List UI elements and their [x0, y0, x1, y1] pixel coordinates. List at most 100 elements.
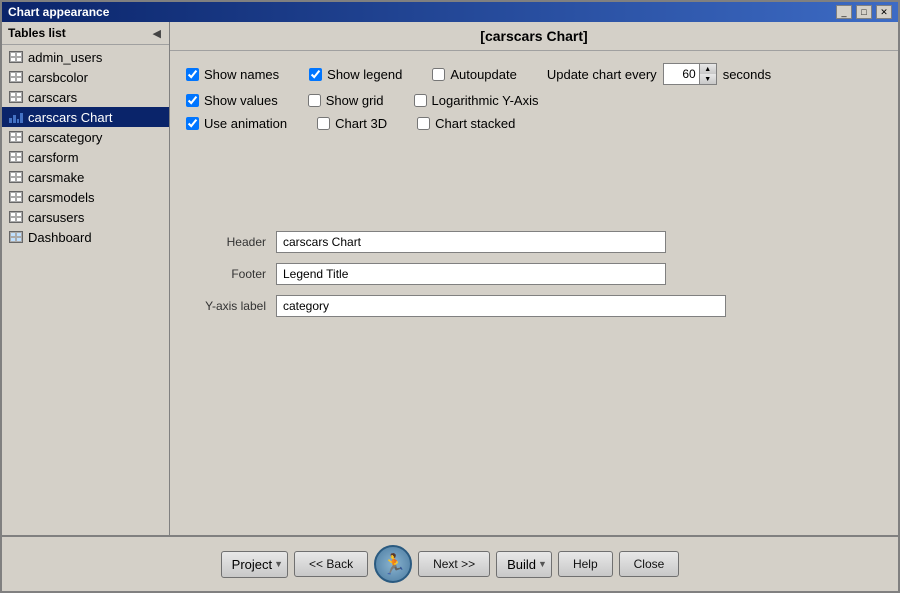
- item-label: carsmodels: [28, 190, 94, 205]
- show-names-checkbox[interactable]: [186, 68, 199, 81]
- logarithmic-option: Logarithmic Y-Axis: [414, 93, 539, 108]
- project-label: Project: [232, 557, 272, 572]
- options-area: Show names Show legend Autoupdate Update…: [170, 51, 898, 535]
- list-item-selected[interactable]: carscars Chart: [2, 107, 169, 127]
- header-row: Header: [186, 231, 882, 253]
- show-values-label: Show values: [204, 93, 278, 108]
- item-label: carsbcolor: [28, 70, 88, 85]
- list-item[interactable]: carsform: [2, 147, 169, 167]
- table-icon: [8, 149, 24, 165]
- header-label: Header: [186, 235, 266, 249]
- next-button[interactable]: Next >>: [418, 551, 490, 577]
- update-chart-label: Update chart every: [547, 67, 657, 82]
- autoupdate-label: Autoupdate: [450, 67, 517, 82]
- chart-stacked-checkbox[interactable]: [417, 117, 430, 130]
- close-button[interactable]: Close: [619, 551, 680, 577]
- list-item[interactable]: carsusers: [2, 207, 169, 227]
- page-title: [carscars Chart]: [480, 28, 587, 44]
- chart-3d-label: Chart 3D: [335, 116, 387, 131]
- list-item[interactable]: carsbcolor: [2, 67, 169, 87]
- show-names-label: Show names: [204, 67, 279, 82]
- use-animation-checkbox[interactable]: [186, 117, 199, 130]
- item-label: Dashboard: [28, 230, 92, 245]
- show-grid-label: Show grid: [326, 93, 384, 108]
- list-item[interactable]: admin_users: [2, 47, 169, 67]
- list-item[interactable]: Dashboard: [2, 227, 169, 247]
- show-values-checkbox[interactable]: [186, 94, 199, 107]
- run-button[interactable]: 🏃: [374, 545, 412, 583]
- help-label: Help: [573, 557, 598, 571]
- footer-row: Footer: [186, 263, 882, 285]
- list-item[interactable]: carscategory: [2, 127, 169, 147]
- item-label: carsmake: [28, 170, 84, 185]
- list-item[interactable]: carsmake: [2, 167, 169, 187]
- content-area: Tables list ◀ admin_users carsbcolor: [2, 22, 898, 535]
- header-input[interactable]: [276, 231, 666, 253]
- list-item[interactable]: carscars: [2, 87, 169, 107]
- panel-label: Tables list: [8, 26, 66, 40]
- update-interval-input[interactable]: [664, 66, 699, 82]
- maximize-button[interactable]: □: [856, 5, 872, 19]
- project-dropdown-arrow: ▼: [274, 559, 283, 569]
- dashboard-icon: [8, 229, 24, 245]
- chart-stacked-label: Chart stacked: [435, 116, 515, 131]
- item-label: admin_users: [28, 50, 102, 65]
- build-dropdown-arrow: ▼: [538, 559, 547, 569]
- table-icon: [8, 49, 24, 65]
- close-label: Close: [634, 557, 665, 571]
- table-icon: [8, 169, 24, 185]
- use-animation-option: Use animation: [186, 116, 287, 131]
- autoupdate-checkbox[interactable]: [432, 68, 445, 81]
- update-section: Update chart every ▲ ▼ seconds: [547, 63, 771, 85]
- build-label: Build: [507, 557, 536, 572]
- chart-3d-option: Chart 3D: [317, 116, 387, 131]
- spinner-down-button[interactable]: ▼: [700, 74, 716, 84]
- logarithmic-label: Logarithmic Y-Axis: [432, 93, 539, 108]
- show-names-option: Show names: [186, 67, 279, 82]
- title-bar: Chart appearance _ □ ✕: [2, 2, 898, 22]
- help-button[interactable]: Help: [558, 551, 613, 577]
- collapse-button[interactable]: ◀: [151, 27, 163, 40]
- right-panel: [carscars Chart] Show names Show legend: [170, 22, 898, 535]
- close-window-button[interactable]: ✕: [876, 5, 892, 19]
- spinner-up-button[interactable]: ▲: [700, 64, 716, 74]
- left-panel: Tables list ◀ admin_users carsbcolor: [2, 22, 170, 535]
- item-label: carsform: [28, 150, 79, 165]
- minimize-button[interactable]: _: [836, 5, 852, 19]
- yaxis-input[interactable]: [276, 295, 726, 317]
- table-icon: [8, 209, 24, 225]
- show-legend-checkbox[interactable]: [309, 68, 322, 81]
- chart-stacked-option: Chart stacked: [417, 116, 515, 131]
- show-legend-option: Show legend: [309, 67, 402, 82]
- use-animation-label: Use animation: [204, 116, 287, 131]
- show-grid-checkbox[interactable]: [308, 94, 321, 107]
- show-grid-option: Show grid: [308, 93, 384, 108]
- main-window: Chart appearance _ □ ✕ Tables list ◀ adm…: [0, 0, 900, 593]
- build-dropdown-button[interactable]: Build ▼: [496, 551, 552, 578]
- autoupdate-option: Autoupdate: [432, 67, 517, 82]
- table-icon: [8, 189, 24, 205]
- item-label: carscategory: [28, 130, 102, 145]
- footer-input[interactable]: [276, 263, 666, 285]
- back-button[interactable]: << Back: [294, 551, 368, 577]
- chart-icon: [8, 109, 24, 125]
- item-label: carsusers: [28, 210, 84, 225]
- list-item[interactable]: carsmodels: [2, 187, 169, 207]
- project-dropdown-button[interactable]: Project ▼: [221, 551, 288, 578]
- window-title: Chart appearance: [8, 5, 109, 19]
- tables-list: admin_users carsbcolor carscars: [2, 45, 169, 535]
- table-icon: [8, 69, 24, 85]
- chart-3d-checkbox[interactable]: [317, 117, 330, 130]
- seconds-label: seconds: [723, 67, 771, 82]
- footer-label: Footer: [186, 267, 266, 281]
- run-icon: 🏃: [382, 552, 407, 577]
- show-values-option: Show values: [186, 93, 278, 108]
- right-header: [carscars Chart]: [170, 22, 898, 51]
- table-icon: [8, 89, 24, 105]
- next-label: Next >>: [433, 557, 475, 571]
- panel-header: Tables list ◀: [2, 22, 169, 45]
- yaxis-label: Y-axis label: [186, 299, 266, 313]
- logarithmic-checkbox[interactable]: [414, 94, 427, 107]
- back-label: << Back: [309, 557, 353, 571]
- table-icon: [8, 129, 24, 145]
